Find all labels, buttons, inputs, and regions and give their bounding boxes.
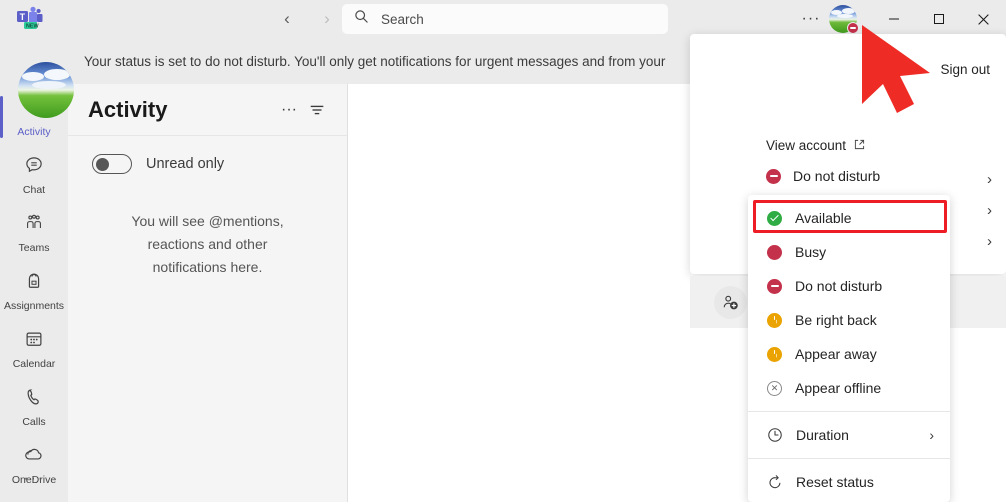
sidebar-item-teams[interactable]: Teams xyxy=(0,204,68,262)
status-banner-text: Your status is set to do not disturb. Yo… xyxy=(84,53,666,69)
view-account-link[interactable]: View account xyxy=(766,138,865,153)
mouse-cursor xyxy=(855,18,947,123)
status-submenu: Available Busy Do not disturb Be right b… xyxy=(748,195,950,502)
status-option-busy[interactable]: Busy xyxy=(748,235,950,269)
status-option-available[interactable]: Available xyxy=(748,201,950,235)
available-status-dot xyxy=(767,210,782,226)
external-link-icon xyxy=(854,139,865,153)
chevron-right-icon[interactable]: › xyxy=(987,202,992,219)
sidebar-item-label: Chat xyxy=(22,184,46,196)
sidebar-item-chat[interactable]: Chat xyxy=(0,146,68,204)
status-option-label: Be right back xyxy=(795,312,877,328)
close-button[interactable] xyxy=(961,0,1006,38)
chevron-right-icon[interactable]: › xyxy=(987,233,992,250)
search-box[interactable]: Search xyxy=(342,4,668,34)
activity-panel: Activity ··· Unread only You will see @m… xyxy=(68,84,348,502)
teams-window: T NEW ‹ › Search ··· Your status is set … xyxy=(0,0,1006,502)
phone-icon xyxy=(23,386,45,413)
sidebar-more-button[interactable]: ··· xyxy=(0,462,68,494)
status-option-label: Appear offline xyxy=(795,380,882,396)
reset-icon xyxy=(767,474,783,490)
status-option-label: Available xyxy=(795,210,852,226)
sidebar-item-calendar[interactable]: Calendar xyxy=(0,320,68,378)
activity-more-button[interactable]: ··· xyxy=(275,96,303,124)
profile-avatar-large xyxy=(18,62,74,118)
clock-icon xyxy=(767,427,783,443)
profile-avatar-button[interactable] xyxy=(829,5,859,34)
unread-only-row[interactable]: Unread only xyxy=(68,136,347,174)
titlebar-more-button[interactable]: ··· xyxy=(795,3,827,35)
page-title: Activity xyxy=(88,96,168,122)
teams-logo-icon: T NEW xyxy=(16,6,46,32)
activity-panel-header: Activity ··· xyxy=(68,84,347,136)
activity-empty-state: You will see @mentions, reactions and ot… xyxy=(131,213,284,275)
search-icon xyxy=(354,9,369,29)
logo-new-badge: NEW xyxy=(26,24,39,30)
unread-only-label: Unread only xyxy=(146,156,225,172)
status-option-label: Do not disturb xyxy=(795,278,883,294)
search-input-placeholder[interactable]: Search xyxy=(381,12,424,27)
away-status-dot xyxy=(767,346,782,362)
app-rail: Activity Chat Teams Assignments Calendar… xyxy=(0,84,68,502)
chat-icon xyxy=(23,154,45,181)
add-person-icon[interactable] xyxy=(714,286,747,319)
status-option-be-right-back[interactable]: Be right back xyxy=(748,303,950,337)
back-button[interactable]: ‹ xyxy=(272,4,302,34)
sidebar-item-label: Activity xyxy=(17,126,51,138)
menu-divider xyxy=(748,411,950,412)
reset-status-item[interactable]: Reset status xyxy=(748,465,950,499)
dnd-status-dot xyxy=(766,168,781,184)
current-status-row[interactable]: Do not disturb xyxy=(766,168,880,184)
sidebar-item-label: Assignments xyxy=(3,300,65,312)
status-duration-item[interactable]: Duration › xyxy=(748,418,950,452)
status-option-label: Appear away xyxy=(795,346,877,362)
backpack-icon xyxy=(23,270,45,297)
sidebar-item-calls[interactable]: Calls xyxy=(0,378,68,436)
away-status-dot xyxy=(767,312,782,328)
filter-icon[interactable] xyxy=(303,96,331,124)
status-option-do-not-disturb[interactable]: Do not disturb xyxy=(748,269,950,303)
reset-status-label: Reset status xyxy=(796,474,874,490)
current-status-label: Do not disturb xyxy=(793,168,881,184)
sign-out-button[interactable]: Sign out xyxy=(940,62,990,77)
teams-icon xyxy=(23,212,45,239)
status-option-appear-offline[interactable]: ✕ Appear offline xyxy=(748,371,950,405)
chevron-right-icon[interactable]: › xyxy=(987,171,992,188)
status-option-appear-away[interactable]: Appear away xyxy=(748,337,950,371)
view-account-label: View account xyxy=(766,138,847,153)
chevron-right-icon[interactable]: › xyxy=(929,427,934,443)
calendar-icon xyxy=(23,328,45,355)
dnd-status-dot xyxy=(767,278,782,294)
toggle-knob xyxy=(96,157,109,171)
busy-status-dot xyxy=(767,244,782,260)
svg-text:T: T xyxy=(20,12,26,22)
sidebar-item-label: Teams xyxy=(18,242,50,254)
status-option-label: Busy xyxy=(795,244,827,260)
unread-only-toggle[interactable] xyxy=(92,154,132,174)
sidebar-item-assignments[interactable]: Assignments xyxy=(0,262,68,320)
menu-divider xyxy=(748,458,950,459)
status-duration-label: Duration xyxy=(796,427,849,443)
forward-button[interactable]: › xyxy=(312,4,342,34)
sidebar-item-label: Calendar xyxy=(12,358,56,370)
offline-status-dot: ✕ xyxy=(767,380,782,396)
navigation-arrows: ‹ › xyxy=(272,4,342,34)
sidebar-item-label: Calls xyxy=(22,416,46,428)
